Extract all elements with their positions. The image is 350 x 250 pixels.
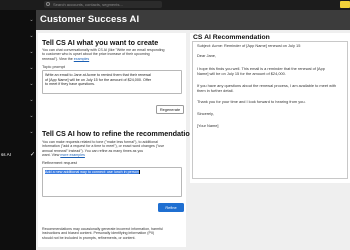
regenerate-button[interactable]: Regenerate [156, 105, 184, 114]
global-search-input[interactable]: Search accounts, contacts, segments... [44, 1, 162, 8]
topic-prompt-textarea[interactable]: Write an email to Jane at Acme to remind… [42, 70, 182, 94]
text-caret [138, 170, 140, 174]
selected-text: Add a new additional way to connect: use… [45, 170, 139, 175]
sidebar: ⌄ ⌄ ⌄ ⌄ ⌄ ⌄ ⌄ ⌄ ss AI ✓ [0, 10, 36, 250]
create-section-description: You can chat conversationally with CS AI… [42, 48, 165, 61]
email-subject: Subject: Acme: Reminder of [App Name] re… [197, 43, 301, 48]
recommendation-heading: CS AI Recommendation [193, 34, 270, 41]
chevron-down-icon[interactable]: ⌄ [29, 66, 34, 71]
email-line: them in further detail. [197, 88, 234, 93]
email-line: Dear Jane, [197, 53, 217, 58]
search-icon [46, 2, 50, 6]
top-bar: Search accounts, contacts, segments... [0, 0, 350, 10]
chevron-down-icon[interactable]: ⌄ [29, 114, 34, 119]
chevron-down-icon[interactable]: ⌄ [29, 98, 34, 103]
chevron-down-icon[interactable]: ⌄ [29, 130, 34, 135]
topic-prompt-label: Topic prompt [42, 64, 65, 69]
email-line: Sincerely, [197, 111, 214, 116]
email-line: Thank you for your time and I look forwa… [197, 99, 306, 104]
page-title: Customer Success AI [40, 14, 140, 25]
more-examples-link[interactable]: more examples [60, 153, 85, 157]
chevron-down-icon[interactable]: ⌄ [29, 18, 34, 23]
create-section-heading: Tell CS AI what you want to create [42, 38, 159, 47]
main-content: Tell CS AI what you want to create You c… [36, 30, 350, 250]
sidebar-item-label: ss AI [1, 152, 11, 157]
recommendation-output[interactable]: Subject: Acme: Reminder of [App Name] re… [192, 41, 348, 179]
chevron-down-icon[interactable]: ⌄ [29, 82, 34, 87]
refine-button[interactable]: Refine [158, 203, 184, 212]
refinement-request-textarea[interactable]: Add a new additional way to connect: use… [42, 167, 182, 197]
refine-section-heading: Tell CS AI how to refine the recommendat… [42, 129, 195, 138]
chevron-down-icon[interactable]: ⌄ [29, 50, 34, 55]
page-header: Customer Success AI [36, 10, 350, 30]
recommendation-panel: CS AI Recommendation Subject: Acme: Remi… [190, 33, 350, 183]
sidebar-item-cs-ai[interactable]: ss AI ✓ [0, 148, 36, 164]
refine-section-description: You can make requests related to tone ("… [42, 140, 165, 158]
prompt-panel: Tell CS AI what you want to create You c… [38, 33, 194, 247]
top-action-button[interactable] [340, 1, 350, 8]
chevron-down-icon[interactable]: ⌄ [29, 34, 34, 39]
refinement-request-label: Refinement request [42, 160, 77, 165]
examples-link[interactable]: examples [74, 57, 89, 61]
email-line: Name] will be on July 15 for the amount … [197, 71, 286, 76]
check-icon: ✓ [30, 152, 36, 158]
disclaimer-text: Recommendations may occasionally generat… [42, 227, 164, 240]
search-placeholder: Search accounts, contacts, segments... [53, 2, 123, 7]
email-line: [Your Name] [197, 123, 219, 128]
